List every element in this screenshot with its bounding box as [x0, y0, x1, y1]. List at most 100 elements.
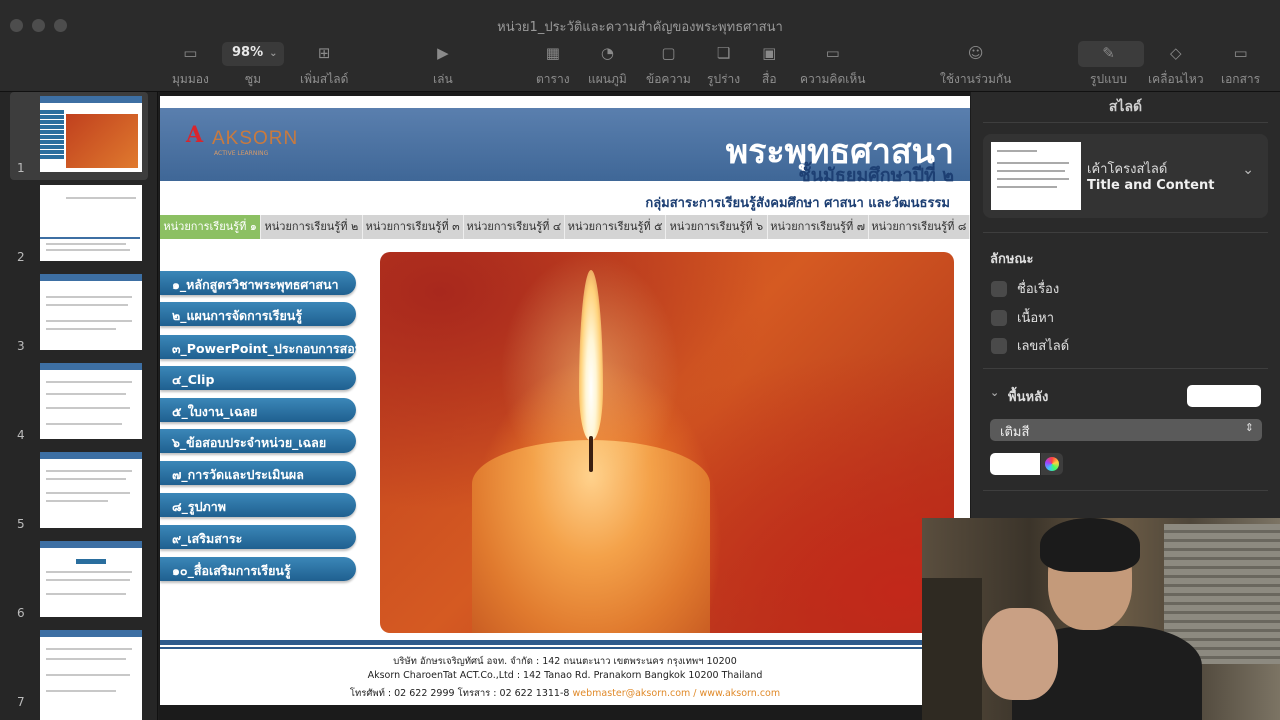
menu-button-worksheet[interactable]: ๕_ใบงาน_เฉลย [160, 398, 356, 422]
document-button[interactable]: ▭ เอกสาร [1221, 42, 1260, 89]
format-label: รูปแบบ [1090, 72, 1128, 86]
tab-unit-7[interactable]: หน่วยการเรียนรู้ที่ ๗ [768, 215, 869, 239]
shape-button[interactable]: ❏ รูปร่าง [707, 42, 740, 89]
slide-navigator[interactable]: 1 2 3 4 5 6 7 [0, 92, 158, 720]
document-label: เอกสาร [1221, 72, 1261, 86]
thumb-line [46, 381, 132, 383]
divider [983, 232, 1268, 233]
slide[interactable]: A AKSORN ACTIVE LEARNING พระพุทธศาสนา ชั… [160, 96, 970, 705]
footer-contact: โทรศัพท์ : 02 622 2999 โทรสาร : 02 622 1… [160, 686, 970, 701]
thumb-line [46, 690, 116, 692]
speech-bubble-icon: ▭ [825, 44, 840, 62]
play-label: เล่น [433, 72, 453, 86]
tab-unit-6[interactable]: หน่วยการเรียนรู้ที่ ๖ [666, 215, 768, 239]
shape-label: รูปร่าง [707, 72, 741, 86]
thumb-line [46, 249, 130, 251]
tab-unit-8[interactable]: หน่วยการเรียนรู้ที่ ๘ [869, 215, 970, 239]
thumb-line [46, 320, 132, 322]
slide-number-1: 1 [17, 161, 25, 175]
thumb-line [46, 393, 126, 395]
slide-thumbnail-1[interactable] [40, 96, 142, 172]
animate-label: เคลื่อนไหว [1148, 72, 1204, 86]
footer-address-en: Aksorn CharoenTat ACT.Co.,Ltd : 142 Tana… [367, 670, 763, 681]
slide-number-checkbox[interactable]: เลขสไลด์ [991, 335, 1069, 356]
menu-button-lesson-plan[interactable]: ๒_แผนการจัดการเรียนรู้ [160, 302, 356, 326]
body-checkbox[interactable]: เนื้อหา [991, 307, 1054, 328]
people-icon: ☺ [967, 44, 984, 62]
thumb-line [46, 407, 130, 409]
checkbox-box [991, 337, 1007, 354]
layout-label: เค้าโครงสไลด์ [1087, 162, 1168, 177]
background-swatch[interactable] [1187, 385, 1261, 407]
thumb-line [46, 304, 128, 306]
slide-thumbnail-3[interactable] [40, 274, 142, 350]
slide-thumbnail-2[interactable] [40, 185, 142, 261]
thumb-line [997, 162, 1069, 164]
add-slide-button[interactable]: ⊞ เพิ่มสไลด์ [300, 42, 348, 89]
thumb-line [46, 658, 126, 660]
tab-unit-5[interactable]: หน่วยการเรียนรู้ที่ ๕ [565, 215, 667, 239]
thumb-banner [40, 452, 142, 459]
chevron-down-icon[interactable]: ⌄ [990, 386, 999, 399]
slide-subtitle[interactable]: ชั้นมัธยมศึกษาปีที่ ๒ [798, 160, 954, 189]
background-heading: พื้นหลัง [1008, 390, 1049, 405]
title-checkbox[interactable]: ชื่อเรื่อง [991, 278, 1059, 299]
textbox-icon: ▢ [661, 44, 676, 62]
thumb-banner [40, 274, 142, 281]
thumb-line [997, 186, 1057, 188]
menu-button-evaluation[interactable]: ๗_การวัดและประเมินผล [160, 461, 356, 485]
tab-unit-4[interactable]: หน่วยการเรียนรู้ที่ ๔ [464, 215, 565, 239]
slide-thumbnail-5[interactable] [40, 452, 142, 528]
format-button[interactable]: ✎ รูปแบบ [1090, 42, 1127, 89]
collaborate-button[interactable]: ☺ ใช้งานร่วมกัน [940, 42, 1011, 89]
menu-button-images[interactable]: ๘_รูปภาพ [160, 493, 356, 517]
slide-thumbnail-6[interactable] [40, 541, 142, 617]
comment-label: ความคิดเห็น [800, 72, 866, 86]
menu-button-enrichment[interactable]: ๙_เสริมสาระ [160, 525, 356, 549]
thumb-banner [40, 96, 142, 103]
menu-button-curriculum[interactable]: ๑_หลักสูตรวิชาพระพุทธศาสนา [160, 271, 356, 295]
thumb-line [46, 648, 132, 650]
comment-button[interactable]: ▭ ความคิดเห็น [800, 42, 865, 89]
fill-type-select[interactable]: เติมสี ⇕ [990, 419, 1262, 441]
tab-unit-3[interactable]: หน่วยการเรียนรู้ที่ ๓ [363, 215, 464, 239]
menu-button-powerpoint[interactable]: ๓_PowerPoint_ประกอบการสอน [160, 335, 363, 359]
table-icon: ▦ [545, 44, 560, 62]
zoom-select[interactable]: 98% ⌄ [222, 42, 284, 66]
candle-wick [589, 436, 593, 472]
play-button[interactable]: ▶ เล่น [433, 42, 453, 89]
webcam-overlay [922, 518, 1280, 720]
chart-button[interactable]: ◔ แผนภูมิ [588, 42, 627, 89]
subject-group[interactable]: กลุ่มสาระการเรียนรู้สังคมศึกษา ศาสนา และ… [645, 192, 950, 213]
slide-number-7: 7 [17, 695, 25, 709]
background-shelf [922, 578, 982, 720]
table-button[interactable]: ▦ ตาราง [536, 42, 570, 89]
slide-thumbnail-4[interactable] [40, 363, 142, 439]
zoom-label: ซูม [245, 72, 262, 86]
slide-layout-picker[interactable]: เค้าโครงสไลด์ Title and Content ⌄ [983, 134, 1268, 218]
appearance-heading: ลักษณะ [990, 252, 1034, 267]
animate-button[interactable]: ◇ เคลื่อนไหว [1148, 42, 1204, 89]
view-button[interactable]: ▭ มุมมอง [172, 42, 209, 89]
color-picker-button[interactable] [1041, 453, 1063, 475]
color-well[interactable] [990, 453, 1040, 475]
checkbox-box [991, 280, 1007, 297]
updown-chevron-icon: ⇕ [1244, 421, 1254, 434]
plus-square-icon: ⊞ [317, 44, 331, 62]
media-button[interactable]: ▣ สื่อ [762, 42, 777, 89]
slide-number-3: 3 [17, 339, 25, 353]
shapes-icon: ❏ [716, 44, 731, 62]
tab-unit-2[interactable]: หน่วยการเรียนรู้ที่ ๒ [261, 215, 363, 239]
footer-links[interactable]: webmaster@aksorn.com / www.aksorn.com [572, 688, 780, 699]
footer-address-th: บริษัท อักษรเจริญทัศน์ อจท. จำกัด : 142 … [393, 656, 737, 667]
menu-button-media[interactable]: ๑๐_สื่อเสริมการเรียนรู้ [160, 557, 356, 581]
menu-button-exam[interactable]: ๖_ข้อสอบประจำหน่วย_เฉลย [160, 429, 356, 453]
thumb-line [46, 478, 126, 480]
thumb-line [46, 296, 132, 298]
slide-thumbnail-7[interactable] [40, 630, 142, 720]
footer-rule-thin [160, 647, 970, 649]
text-button[interactable]: ▢ ข้อความ [646, 42, 691, 89]
tab-unit-1[interactable]: หน่วยการเรียนรู้ที่ ๑ [160, 215, 262, 239]
menu-button-clip[interactable]: ๔_Clip [160, 366, 356, 390]
candle-image[interactable] [380, 252, 954, 633]
